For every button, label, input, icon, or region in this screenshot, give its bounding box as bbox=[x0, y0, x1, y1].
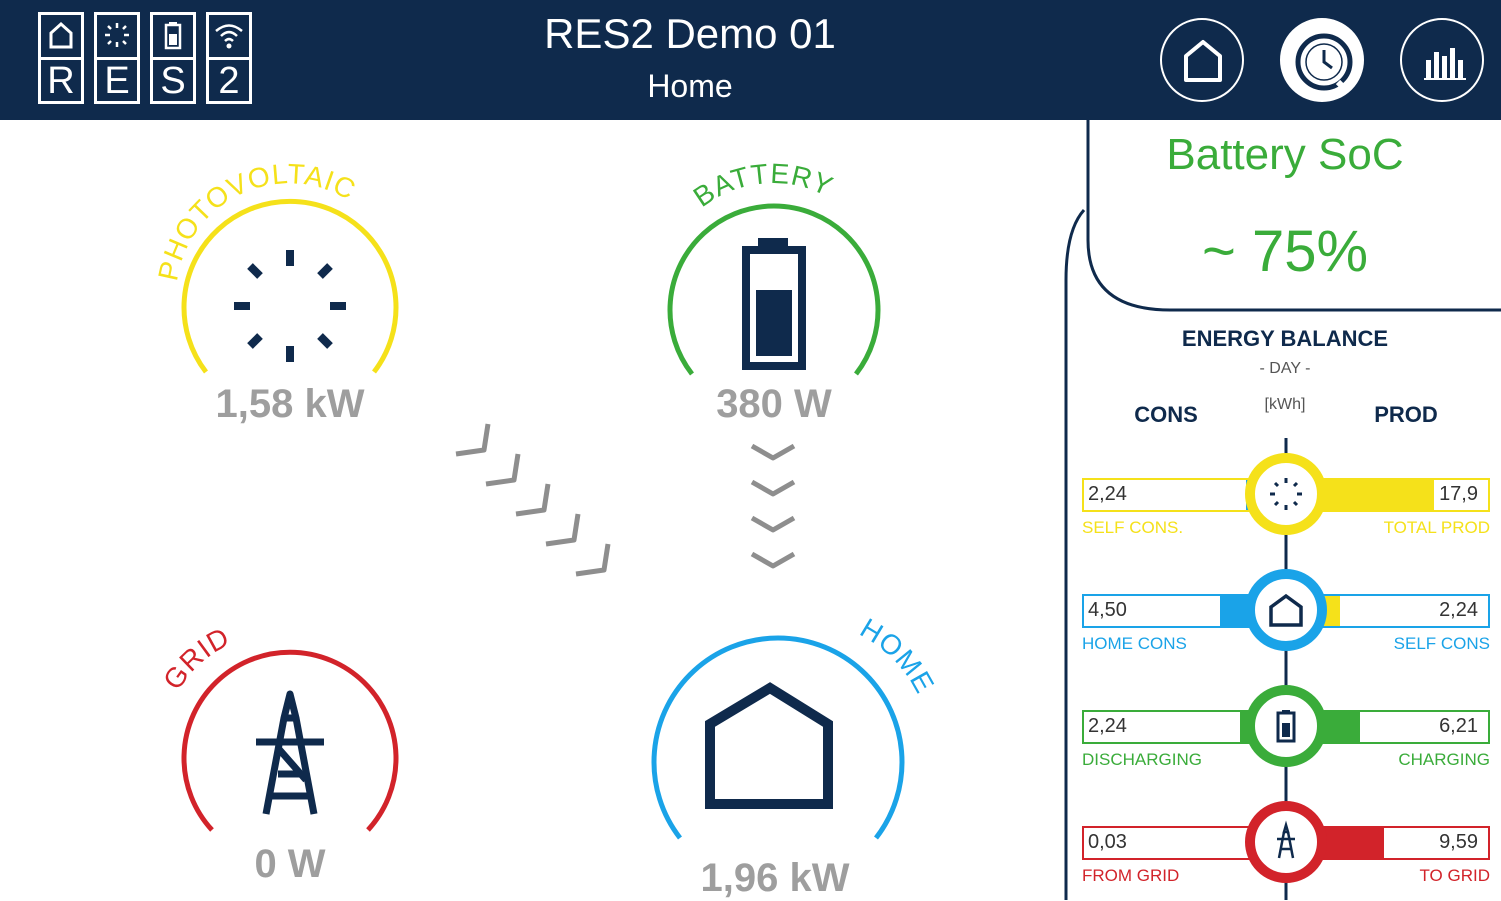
grid-gauge[interactable]: GRID 0 W bbox=[157, 620, 420, 890]
home-balance-circle bbox=[1245, 569, 1327, 651]
logo-letter: S bbox=[160, 60, 186, 102]
photovoltaic-label: PHOTOVOLTAIC bbox=[152, 158, 360, 283]
battery-soc-label: Battery SoC bbox=[1166, 130, 1404, 179]
battery-arc: BATTERY bbox=[667, 158, 881, 376]
prod-value: 17,9 bbox=[1439, 483, 1478, 505]
power-tower-icon bbox=[256, 690, 324, 815]
cons-bar: 2,24 bbox=[1082, 710, 1258, 744]
battery-value: 380 W bbox=[716, 382, 832, 426]
prod-bar: 17,9 bbox=[1314, 478, 1490, 512]
page-subtitle: Home bbox=[647, 68, 733, 104]
energy-balance-title: ENERGY BALANCE bbox=[1181, 326, 1389, 351]
clock-icon bbox=[1295, 33, 1353, 93]
home-icon bbox=[49, 21, 73, 49]
cons-label: FROM GRID bbox=[1082, 866, 1180, 885]
nav-stats-button[interactable] bbox=[1400, 18, 1484, 102]
wifi-icon bbox=[215, 24, 243, 49]
prod-value: 2,24 bbox=[1439, 599, 1478, 621]
home-gauge[interactable]: HOME 1,96 kW bbox=[640, 612, 940, 900]
sun-icon bbox=[105, 23, 129, 47]
logo-letter: 2 bbox=[218, 60, 240, 102]
prod-bar: 6,21 bbox=[1314, 710, 1490, 744]
cons-label: SELF CONS. bbox=[1082, 518, 1184, 537]
logo-letter: R bbox=[47, 60, 75, 102]
sun-icon bbox=[1270, 478, 1302, 510]
prod-bar: 9,59 bbox=[1314, 826, 1490, 860]
cons-value: 0,03 bbox=[1088, 831, 1127, 853]
cons-label: HOME CONS bbox=[1082, 634, 1187, 653]
prod-value: 9,59 bbox=[1439, 831, 1478, 853]
photovoltaic-gauge[interactable]: PHOTOVOLTAIC 1,58 kW bbox=[152, 158, 420, 440]
nav-home-button[interactable] bbox=[1160, 18, 1244, 102]
logo-letter: E bbox=[104, 60, 130, 102]
cons-label: DISCHARGING bbox=[1082, 750, 1202, 769]
logo-cell-r: R bbox=[38, 12, 84, 104]
grid-arc: GRID bbox=[157, 621, 399, 832]
battery-balance-circle bbox=[1245, 685, 1327, 767]
energy-balance-period: - DAY - bbox=[1259, 360, 1311, 377]
battery-icon bbox=[1276, 710, 1296, 743]
prod-column-header: PROD bbox=[1374, 402, 1438, 427]
page-title: RES2 Demo 01 bbox=[544, 10, 836, 57]
nav-history-button[interactable] bbox=[1280, 18, 1364, 102]
battery-gauge[interactable]: BATTERY 380 W bbox=[644, 158, 904, 430]
home-value: 1,96 kW bbox=[700, 856, 850, 900]
cons-value: 4,50 bbox=[1088, 599, 1127, 621]
power-tower-icon bbox=[1277, 820, 1295, 859]
prod-label: TO GRID bbox=[1419, 866, 1490, 885]
house-icon bbox=[705, 682, 833, 809]
prod-bar-fill bbox=[1316, 480, 1434, 510]
pv-balance-circle bbox=[1245, 453, 1327, 535]
logo-cell-2: 2 bbox=[206, 12, 252, 104]
logo-cell-e: E bbox=[94, 12, 140, 104]
cons-bar: 4,50 bbox=[1082, 594, 1258, 628]
svg-text:GRID: GRID bbox=[157, 621, 235, 695]
photovoltaic-value: 1,58 kW bbox=[215, 382, 365, 426]
cons-column-header: CONS bbox=[1134, 402, 1198, 427]
battery-icon bbox=[164, 22, 182, 50]
cons-bar: 2,24 bbox=[1082, 478, 1258, 512]
home-arc: HOME bbox=[651, 612, 940, 840]
battery-soc-value: ~ 75% bbox=[1201, 219, 1369, 284]
battery-icon bbox=[742, 238, 806, 370]
res2-logo: R E S 2 bbox=[38, 12, 260, 108]
home-label: HOME bbox=[855, 612, 939, 698]
logo-cell-s: S bbox=[150, 12, 196, 104]
grid-label: GRID bbox=[157, 621, 234, 695]
bar-chart-icon bbox=[1424, 48, 1466, 80]
svg-text:HOME: HOME bbox=[855, 612, 940, 698]
grid-value: 0 W bbox=[254, 842, 326, 886]
prod-bar: 2,24 bbox=[1314, 594, 1490, 628]
arrow-chevrons-icon bbox=[750, 443, 796, 569]
app-header: R E S 2 RES2 Demo 01 Home bbox=[0, 0, 1501, 120]
photovoltaic-arc: PHOTOVOLTAIC bbox=[152, 158, 399, 374]
prod-label: SELF CONS bbox=[1393, 634, 1490, 653]
home-icon bbox=[1184, 40, 1222, 82]
cons-value: 2,24 bbox=[1088, 715, 1127, 737]
arrow-chevrons-icon bbox=[455, 423, 611, 577]
house-icon bbox=[1269, 593, 1303, 627]
grid-balance-circle bbox=[1245, 801, 1327, 883]
sun-icon bbox=[234, 250, 346, 362]
cons-bar: 0,03 bbox=[1082, 826, 1258, 860]
prod-label: CHARGING bbox=[1398, 750, 1490, 769]
svg-text:PHOTOVOLTAIC: PHOTOVOLTAIC bbox=[152, 158, 361, 283]
prod-label: TOTAL PROD bbox=[1383, 518, 1490, 537]
cons-value: 2,24 bbox=[1088, 483, 1127, 505]
prod-value: 6,21 bbox=[1439, 715, 1478, 737]
